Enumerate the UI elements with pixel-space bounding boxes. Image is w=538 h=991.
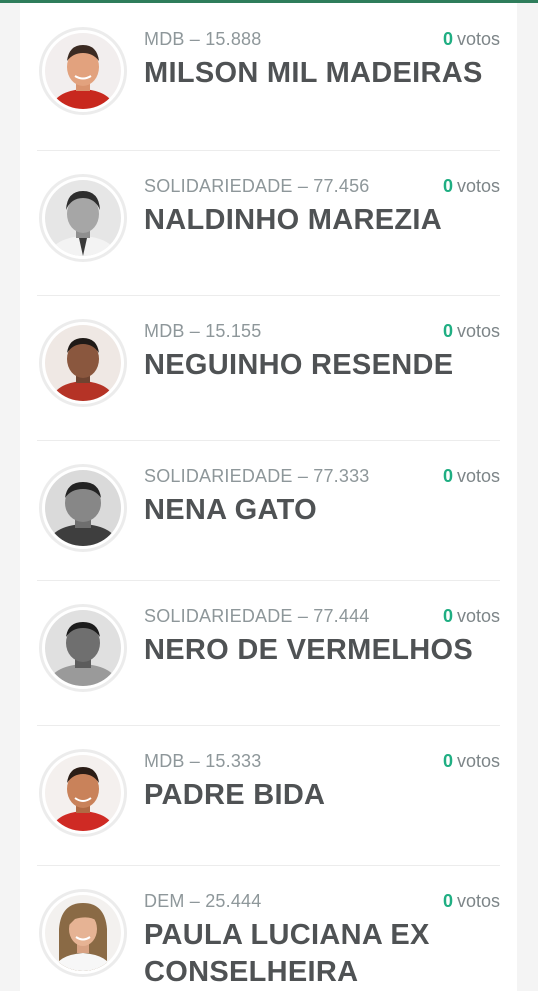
avatar <box>39 27 127 115</box>
party-number: MDB – 15.888 <box>144 29 262 49</box>
candidate-name: MILSON MIL MADEIRAS <box>144 57 483 89</box>
vote-count: 0 votos <box>443 606 500 627</box>
vote-number: 0 <box>442 606 453 626</box>
candidate-name: NENA GATO <box>144 494 317 526</box>
candidate-photo-icon <box>45 610 121 686</box>
vote-number: 0 <box>442 29 453 49</box>
candidate-name: NERO DE VERMELHOS <box>144 634 473 666</box>
candidate-photo-icon <box>45 470 121 546</box>
candidate-photo-icon <box>45 755 121 831</box>
candidate-name: NALDINHO MAREZIA <box>144 204 442 236</box>
party-number: SOLIDARIEDADE – 77.444 <box>144 606 370 626</box>
avatar <box>39 174 127 262</box>
vote-count: 0 votos <box>443 29 500 50</box>
candidate-name: NEGUINHO RESENDE <box>144 349 454 381</box>
candidate-list: MDB – 15.888 0 votos MILSON MIL MADEIRAS … <box>20 3 517 991</box>
party-number: MDB – 15.155 <box>144 321 262 341</box>
avatar <box>39 604 127 692</box>
avatar <box>39 464 127 552</box>
party-number: SOLIDARIEDADE – 77.333 <box>144 466 370 486</box>
vote-number: 0 <box>442 751 453 771</box>
candidate-item[interactable]: SOLIDARIEDADE – 77.456 0 votos NALDINHO M… <box>37 150 500 296</box>
candidate-item[interactable]: MDB – 15.333 0 votos PADRE BIDA <box>37 725 500 866</box>
vote-count: 0 votos <box>443 176 500 197</box>
candidate-name: PAULA LUCIANA EX CONSELHEIRA <box>144 919 430 988</box>
vote-label: votos <box>456 751 500 771</box>
avatar <box>39 319 127 407</box>
candidate-item[interactable]: MDB – 15.155 0 votos NEGUINHO RESENDE <box>37 295 500 441</box>
candidate-item[interactable]: DEM – 25.444 0 votos PAULA LUCIANA EX CON… <box>37 865 500 991</box>
candidate-name: PADRE BIDA <box>144 779 326 811</box>
party-number: DEM – 25.444 <box>144 891 262 911</box>
vote-label: votos <box>456 176 500 196</box>
vote-number: 0 <box>442 466 453 486</box>
candidate-photo-icon <box>45 180 121 256</box>
party-number: SOLIDARIEDADE – 77.456 <box>144 176 370 196</box>
vote-label: votos <box>456 891 500 911</box>
vote-label: votos <box>456 29 500 49</box>
vote-number: 0 <box>442 176 453 196</box>
candidate-photo-icon <box>45 895 121 971</box>
vote-count: 0 votos <box>443 466 500 487</box>
avatar <box>39 889 127 977</box>
vote-label: votos <box>456 321 500 341</box>
vote-count: 0 votos <box>443 751 500 772</box>
candidate-item[interactable]: SOLIDARIEDADE – 77.333 0 votos NENA GATO <box>37 440 500 581</box>
candidate-item[interactable]: SOLIDARIEDADE – 77.444 0 votos NERO DE VE… <box>37 580 500 726</box>
vote-count: 0 votos <box>443 321 500 342</box>
vote-count: 0 votos <box>443 891 500 912</box>
vote-number: 0 <box>442 891 453 911</box>
candidate-photo-icon <box>45 325 121 401</box>
avatar <box>39 749 127 837</box>
vote-label: votos <box>456 466 500 486</box>
vote-number: 0 <box>442 321 453 341</box>
candidate-photo-icon <box>45 33 121 109</box>
vote-label: votos <box>456 606 500 626</box>
candidate-item[interactable]: MDB – 15.888 0 votos MILSON MIL MADEIRAS <box>37 3 500 151</box>
party-number: MDB – 15.333 <box>144 751 262 771</box>
